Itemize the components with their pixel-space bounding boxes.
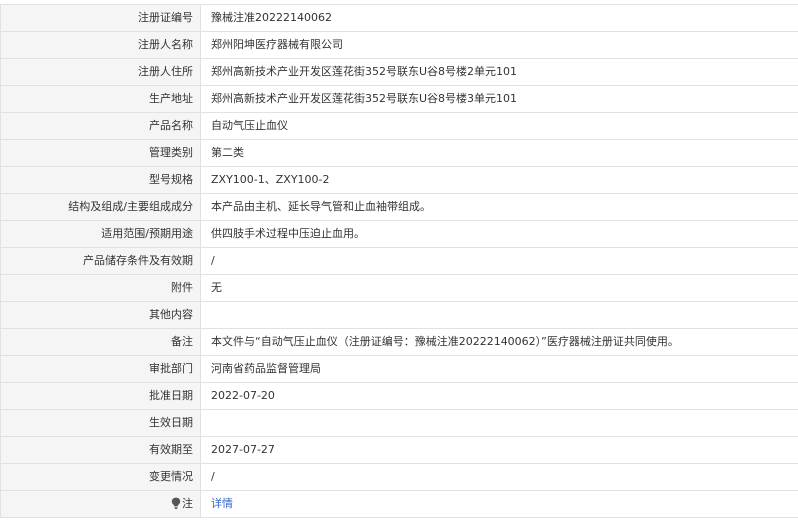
lightbulb-icon: [171, 497, 181, 509]
details-link[interactable]: 详情: [211, 497, 233, 510]
note-row-label-cell: 注: [0, 490, 201, 518]
table-row: 注册证编号 豫械注准20222140062: [0, 4, 798, 32]
row-label: 管理类别: [0, 139, 201, 167]
row-value: /: [200, 247, 798, 275]
row-value: 郑州高新技术产业开发区莲花街352号联东U谷8号楼3单元101: [200, 85, 798, 113]
row-value: [200, 301, 798, 329]
row-label: 附件: [0, 274, 201, 302]
table-row: 变更情况 /: [0, 463, 798, 491]
row-label: 注册人名称: [0, 31, 201, 59]
row-label: 生效日期: [0, 409, 201, 437]
table-row: 适用范围/预期用途 供四肢手术过程中压迫止血用。: [0, 220, 798, 248]
row-label: 有效期至: [0, 436, 201, 464]
row-value: 本文件与“自动气压止血仪（注册证编号：豫械注准20222140062）”医疗器械…: [200, 328, 798, 356]
row-value: 2022-07-20: [200, 382, 798, 410]
note-row: 注 详情: [0, 490, 798, 518]
table-row: 生效日期: [0, 409, 798, 437]
row-label: 生产地址: [0, 85, 201, 113]
table-row: 产品储存条件及有效期 /: [0, 247, 798, 275]
table-row: 有效期至 2027-07-27: [0, 436, 798, 464]
row-value: 郑州阳坤医疗器械有限公司: [200, 31, 798, 59]
note-row-value-cell: 详情: [200, 490, 798, 518]
table-row: 注册人住所 郑州高新技术产业开发区莲花街352号联东U谷8号楼2单元101: [0, 58, 798, 86]
row-label: 产品储存条件及有效期: [0, 247, 201, 275]
table-row: 注册人名称 郑州阳坤医疗器械有限公司: [0, 31, 798, 59]
table-row: 其他内容: [0, 301, 798, 329]
row-value: 豫械注准20222140062: [200, 4, 798, 32]
registration-detail-table: 注册证编号 豫械注准20222140062 注册人名称 郑州阳坤医疗器械有限公司 注…: [0, 4, 798, 518]
row-value: ZXY100-1、ZXY100-2: [200, 166, 798, 194]
row-value: [200, 409, 798, 437]
row-value: /: [200, 463, 798, 491]
table-row: 型号规格 ZXY100-1、ZXY100-2: [0, 166, 798, 194]
row-label: 批准日期: [0, 382, 201, 410]
row-value: 第二类: [200, 139, 798, 167]
row-value: 供四肢手术过程中压迫止血用。: [200, 220, 798, 248]
row-value: 2027-07-27: [200, 436, 798, 464]
table-row: 批准日期 2022-07-20: [0, 382, 798, 410]
row-label: 结构及组成/主要组成成分: [0, 193, 201, 221]
table-row: 备注 本文件与“自动气压止血仪（注册证编号：豫械注准20222140062）”医疗…: [0, 328, 798, 356]
row-label: 产品名称: [0, 112, 201, 140]
table-row: 审批部门 河南省药品监督管理局: [0, 355, 798, 383]
row-label: 变更情况: [0, 463, 201, 491]
row-value: 本产品由主机、延长导气管和止血袖带组成。: [200, 193, 798, 221]
table-row: 生产地址 郑州高新技术产业开发区莲花街352号联东U谷8号楼3单元101: [0, 85, 798, 113]
row-value: 自动气压止血仪: [200, 112, 798, 140]
row-label: 型号规格: [0, 166, 201, 194]
row-label: 备注: [0, 328, 201, 356]
table-row: 管理类别 第二类: [0, 139, 798, 167]
row-label: 注册证编号: [0, 4, 201, 32]
row-label: 注册人住所: [0, 58, 201, 86]
note-label: 注: [182, 497, 193, 510]
row-value: 郑州高新技术产业开发区莲花街352号联东U谷8号楼2单元101: [200, 58, 798, 86]
row-label: 适用范围/预期用途: [0, 220, 201, 248]
table-row: 附件无: [0, 274, 798, 302]
detail-table-body: 注册证编号 豫械注准20222140062 注册人名称 郑州阳坤医疗器械有限公司 注…: [0, 4, 798, 518]
row-value: 河南省药品监督管理局: [200, 355, 798, 383]
row-label: 审批部门: [0, 355, 201, 383]
row-label: 其他内容: [0, 301, 201, 329]
table-row: 结构及组成/主要组成成分 本产品由主机、延长导气管和止血袖带组成。: [0, 193, 798, 221]
table-row: 产品名称 自动气压止血仪: [0, 112, 798, 140]
row-value: 无: [200, 274, 798, 302]
